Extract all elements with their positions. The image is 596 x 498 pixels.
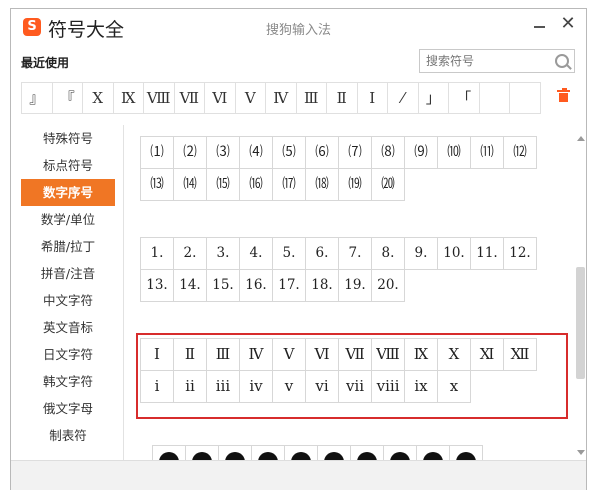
recent-symbol-cell[interactable]: Ⅷ xyxy=(144,83,175,113)
symbol-cell[interactable]: ⒂ xyxy=(206,168,240,201)
recent-symbol-cell[interactable]: ⁄ xyxy=(388,83,419,113)
symbol-cell[interactable]: ⑷ xyxy=(239,136,273,169)
search-box[interactable] xyxy=(419,49,575,73)
symbol-cell[interactable]: 16. xyxy=(239,269,273,302)
sidebar-item[interactable]: 俄文字母 xyxy=(21,395,115,422)
dotted-numbers-grid: 1. 2. 3. 4. 5. 6. 7. 8. 9. 10. 11. 12. 13. 14. 15. 16. 1… xyxy=(140,237,552,302)
symbol-cell[interactable]: 9. xyxy=(404,237,438,270)
sidebar-item[interactable]: 英文音标 xyxy=(21,314,115,341)
sidebar-item[interactable]: 希腊/拉丁 xyxy=(21,233,115,260)
recent-symbol-cell[interactable] xyxy=(480,83,510,113)
symbol-cell[interactable]: ⒁ xyxy=(173,168,207,201)
symbol-cell[interactable]: 13. xyxy=(140,269,174,302)
symbol-cell[interactable]: 1. xyxy=(140,237,174,270)
sidebar-item[interactable]: 日文字符 xyxy=(21,341,115,368)
symbol-cell[interactable]: 3. xyxy=(206,237,240,270)
symbol-cell[interactable]: 6. xyxy=(305,237,339,270)
recent-symbol-cell[interactable]: Ⅶ xyxy=(175,83,205,113)
symbol-cell[interactable]: ⒄ xyxy=(272,168,306,201)
title-bar: S 符号大全 搜狗输入法 ✕ xyxy=(11,9,586,47)
symbol-cell[interactable]: 11. xyxy=(470,237,504,270)
symbol-cell[interactable]: ⒃ xyxy=(239,168,273,201)
recent-symbol-cell[interactable]: 『 xyxy=(53,83,83,113)
recent-symbol-cell[interactable]: Ⅳ xyxy=(266,83,297,113)
recent-symbol-cell[interactable]: Ⅹ xyxy=(83,83,114,113)
symbol-cell[interactable]: ⑶ xyxy=(206,136,240,169)
search-icon[interactable] xyxy=(555,54,569,68)
symbol-cell[interactable]: 4. xyxy=(239,237,273,270)
recent-symbol-cell[interactable]: Ⅰ xyxy=(358,83,388,113)
recent-symbol-cell[interactable] xyxy=(510,83,541,113)
symbol-cell[interactable]: ⑻ xyxy=(371,136,405,169)
scrollbar-thumb[interactable] xyxy=(576,267,585,379)
sidebar-item[interactable]: 标点符号 xyxy=(21,152,115,179)
symbol-cell[interactable]: ⒇ xyxy=(371,168,405,201)
footer-bar xyxy=(11,460,586,490)
sidebar-item[interactable]: 数学/单位 xyxy=(21,206,115,233)
recent-symbol-cell[interactable]: 「 xyxy=(449,83,480,113)
recent-symbols-row: 』『Ⅹ Ⅸ Ⅷ Ⅶ Ⅵ Ⅴ Ⅳ Ⅲ Ⅱ Ⅰ ⁄」「 xyxy=(21,82,541,114)
symbol-cell[interactable]: ⑼ xyxy=(404,136,438,169)
symbol-cell[interactable]: ⑾ xyxy=(470,136,504,169)
symbol-cell[interactable]: ⒆ xyxy=(338,168,372,201)
symbol-cell[interactable]: 7. xyxy=(338,237,372,270)
symbol-cell[interactable]: ⒅ xyxy=(305,168,339,201)
parenthesized-numbers-grid: ⑴⑵⑶⑷⑸⑹⑺⑻⑼⑽⑾⑿ ⒀⒁⒂⒃⒄⒅⒆⒇ xyxy=(140,136,552,201)
recent-symbol-cell[interactable]: Ⅸ xyxy=(114,83,144,113)
symbol-cell[interactable]: 15. xyxy=(206,269,240,302)
minimize-button[interactable] xyxy=(532,17,548,35)
sidebar-item[interactable]: 制表符 xyxy=(21,422,115,449)
symbol-cell[interactable]: 10. xyxy=(437,237,471,270)
symbol-cell[interactable]: ⑸ xyxy=(272,136,306,169)
symbol-cell[interactable]: ⒀ xyxy=(140,168,174,201)
trash-icon[interactable] xyxy=(557,88,570,102)
recent-symbol-cell[interactable]: 』 xyxy=(22,83,53,113)
scroll-up-arrow-icon[interactable] xyxy=(577,136,585,141)
symbol-window: S 符号大全 搜狗输入法 ✕ 最近使用 』『ⅩⅨⅧⅦⅥⅤⅣⅢⅡⅠ⁄」「 特殊符号… xyxy=(10,8,587,490)
highlight-box xyxy=(136,333,568,419)
symbol-cell[interactable]: 18. xyxy=(305,269,339,302)
recent-symbol-cell[interactable]: Ⅵ xyxy=(205,83,236,113)
search-input[interactable] xyxy=(420,50,552,72)
symbol-cell[interactable]: 2. xyxy=(173,237,207,270)
sidebar-item[interactable]: 中文字符 xyxy=(21,287,115,314)
close-button[interactable]: ✕ xyxy=(560,13,576,34)
symbol-cell[interactable]: 5. xyxy=(272,237,306,270)
sidebar-item[interactable]: 特殊符号 xyxy=(21,125,115,152)
symbol-cell[interactable]: 20. xyxy=(371,269,405,302)
symbol-cell[interactable]: ⑹ xyxy=(305,136,339,169)
symbol-cell[interactable]: 12. xyxy=(503,237,537,270)
symbol-cell[interactable]: ⑵ xyxy=(173,136,207,169)
sidebar-item[interactable]: 数字序号 xyxy=(21,179,115,206)
recent-symbol-cell[interactable]: Ⅲ xyxy=(297,83,327,113)
symbol-cell[interactable]: 14. xyxy=(173,269,207,302)
recent-symbol-cell[interactable]: 」 xyxy=(419,83,449,113)
sidebar-item[interactable]: 拼音/注音 xyxy=(21,260,115,287)
recent-symbol-cell[interactable]: Ⅴ xyxy=(236,83,266,113)
symbol-cell[interactable]: 17. xyxy=(272,269,306,302)
recent-label: 最近使用 xyxy=(21,56,70,70)
recent-symbol-cell[interactable]: Ⅱ xyxy=(327,83,358,113)
category-sidebar: 特殊符号 标点符号 数字序号 数学/单位 希腊/拉丁 拼音/注音 中文字符 英文音标 日文字符韩… xyxy=(11,125,124,460)
symbol-cell[interactable]: 19. xyxy=(338,269,372,302)
symbol-cell[interactable]: ⑴ xyxy=(140,136,174,169)
scroll-down-arrow-icon[interactable] xyxy=(577,450,585,455)
window-subtitle: 搜狗输入法 xyxy=(265,23,331,38)
sidebar-item[interactable]: 韩文字符 xyxy=(21,368,115,395)
symbol-cell[interactable]: 8. xyxy=(371,237,405,270)
symbol-cell[interactable]: ⑽ xyxy=(437,136,471,169)
symbol-cell[interactable]: ⑿ xyxy=(503,136,537,169)
symbol-cell[interactable]: ⑺ xyxy=(338,136,372,169)
